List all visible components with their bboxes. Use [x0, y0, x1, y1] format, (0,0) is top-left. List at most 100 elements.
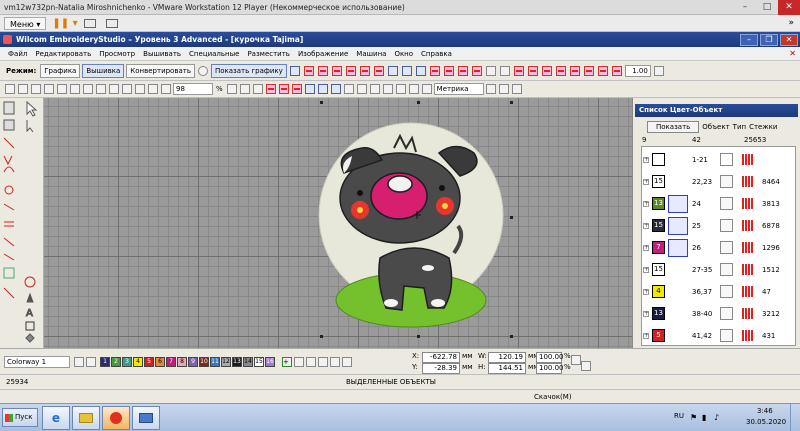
- stitch-type-icon[interactable]: [513, 65, 524, 76]
- color-number-box[interactable]: [652, 153, 665, 166]
- stitch-type-icon[interactable]: [331, 65, 342, 76]
- color-object-row[interactable]: +15 27-35 1512: [642, 259, 797, 281]
- expand-icon[interactable]: +: [643, 333, 649, 339]
- stitch-type-icon[interactable]: [583, 65, 594, 76]
- app-minimize-button[interactable]: –: [740, 33, 758, 46]
- tool-icon[interactable]: [239, 84, 250, 94]
- expand-icon[interactable]: +: [643, 201, 649, 207]
- close-button[interactable]: ✕: [778, 0, 800, 15]
- color-object-row[interactable]: +15 25 6878: [642, 215, 797, 237]
- object-thumbnail[interactable]: [668, 151, 688, 169]
- undo-icon[interactable]: [96, 84, 106, 94]
- color-swatch[interactable]: 11: [210, 356, 220, 367]
- palette-edit-icon[interactable]: [86, 356, 96, 367]
- redo-icon[interactable]: [109, 84, 119, 94]
- stitch-type-icon[interactable]: [527, 65, 538, 76]
- expand-icon[interactable]: +: [643, 289, 649, 295]
- stitch-type-icon[interactable]: [457, 65, 468, 76]
- menu-machine[interactable]: Машина: [352, 50, 390, 58]
- convert-button[interactable]: Конвертировать: [126, 63, 195, 78]
- expand-icon[interactable]: +: [643, 157, 649, 163]
- scale-y-field[interactable]: 100.00: [536, 363, 564, 374]
- tool-icon[interactable]: [382, 84, 393, 94]
- fill-type-icon[interactable]: [387, 65, 398, 76]
- tool-icon[interactable]: [408, 84, 419, 94]
- zoom-window-icon[interactable]: [148, 84, 158, 94]
- color-swatch[interactable]: 7: [166, 356, 176, 367]
- color-swatch[interactable]: 3: [122, 356, 132, 367]
- object-thumbnail[interactable]: [668, 283, 688, 301]
- computer-taskbar-icon[interactable]: [132, 406, 160, 430]
- object-thumbnail[interactable]: [668, 327, 688, 345]
- tray-volume-icon[interactable]: ♪: [714, 413, 719, 422]
- width-field[interactable]: 120.19: [488, 352, 526, 363]
- menu-file[interactable]: Файл: [4, 50, 31, 58]
- menu-help[interactable]: Справка: [417, 50, 456, 58]
- color-object-row[interactable]: +13 38-40 3212: [642, 303, 797, 325]
- show-button[interactable]: Показать: [647, 121, 700, 133]
- color-swatch[interactable]: 12: [221, 356, 231, 367]
- tool-icon[interactable]: [653, 65, 664, 76]
- paste-icon[interactable]: [83, 84, 93, 94]
- color-swatch[interactable]: 14: [243, 356, 253, 367]
- fill-type-icon[interactable]: [401, 65, 412, 76]
- color-object-row[interactable]: +5 41,42 431: [642, 325, 797, 347]
- tray-flag-icon[interactable]: ⚑: [690, 413, 697, 422]
- object-thumbnail[interactable]: [668, 195, 688, 213]
- app-restore-button[interactable]: ❐: [760, 33, 778, 46]
- vm-chevron-icon[interactable]: »: [788, 18, 794, 28]
- tool-icon[interactable]: [498, 84, 509, 94]
- height-field[interactable]: 144.51: [488, 363, 526, 374]
- tool-icon[interactable]: [395, 84, 406, 94]
- pause-icon[interactable]: ❚❚ ▾: [52, 18, 77, 29]
- color-swatch[interactable]: 6: [155, 356, 165, 367]
- app-close-button[interactable]: ✕: [780, 33, 798, 46]
- y-field[interactable]: -28.39: [422, 363, 460, 374]
- show-desktop-button[interactable]: [790, 404, 800, 431]
- print-icon[interactable]: [44, 84, 54, 94]
- color-number-box[interactable]: 13: [652, 307, 665, 320]
- color-object-row[interactable]: +15 22,23 8464: [642, 171, 797, 193]
- scale-x-field[interactable]: 100.00: [536, 352, 564, 363]
- show-stitches-icon[interactable]: [278, 84, 289, 94]
- zoom-combo[interactable]: 98: [173, 83, 213, 95]
- ie-taskbar-icon[interactable]: e: [42, 406, 70, 430]
- color-number-box[interactable]: 13: [652, 197, 665, 210]
- color-number-box[interactable]: 15: [652, 263, 665, 276]
- stitch-type-icon[interactable]: [359, 65, 370, 76]
- lock-proportions-icon[interactable]: [571, 355, 581, 365]
- toolbox-icons[interactable]: A: [0, 98, 44, 348]
- stitch-type-icon[interactable]: [345, 65, 356, 76]
- tool-icon[interactable]: [485, 84, 496, 94]
- object-thumbnail[interactable]: [668, 239, 688, 257]
- copy-icon[interactable]: [70, 84, 80, 94]
- tool-icon[interactable]: [511, 84, 522, 94]
- color-number-box[interactable]: 7: [652, 241, 665, 254]
- apply-size-icon[interactable]: [581, 361, 591, 371]
- design-canvas[interactable]: [44, 98, 632, 348]
- stitch-type-icon[interactable]: [541, 65, 552, 76]
- globe-icon[interactable]: [197, 65, 208, 76]
- tool-icon[interactable]: [343, 84, 354, 94]
- color-swatch[interactable]: 15: [254, 356, 264, 367]
- color-swatch[interactable]: 9: [188, 356, 198, 367]
- color-tool-icon[interactable]: [294, 356, 304, 367]
- clock-time[interactable]: 3:46: [757, 407, 773, 415]
- color-tool-icon[interactable]: [306, 356, 316, 367]
- color-tool-icon[interactable]: [330, 356, 340, 367]
- x-field[interactable]: -622.78: [422, 352, 460, 363]
- menu-image[interactable]: Изображение: [294, 50, 352, 58]
- menu-arrange[interactable]: Разместить: [243, 50, 294, 58]
- view-icon[interactable]: [304, 84, 315, 94]
- expand-icon[interactable]: +: [643, 179, 649, 185]
- color-object-row[interactable]: +1-21: [642, 149, 797, 171]
- stitch-type-icon[interactable]: [569, 65, 580, 76]
- color-swatch[interactable]: 2: [111, 356, 121, 367]
- stitch-type-icon[interactable]: [597, 65, 608, 76]
- zoom-fit-icon[interactable]: [161, 84, 171, 94]
- stitch-type-icon[interactable]: [429, 65, 440, 76]
- color-number-box[interactable]: 5: [652, 329, 665, 342]
- view-icon[interactable]: [317, 84, 328, 94]
- cut-icon[interactable]: [57, 84, 67, 94]
- tool-icon[interactable]: [289, 65, 300, 76]
